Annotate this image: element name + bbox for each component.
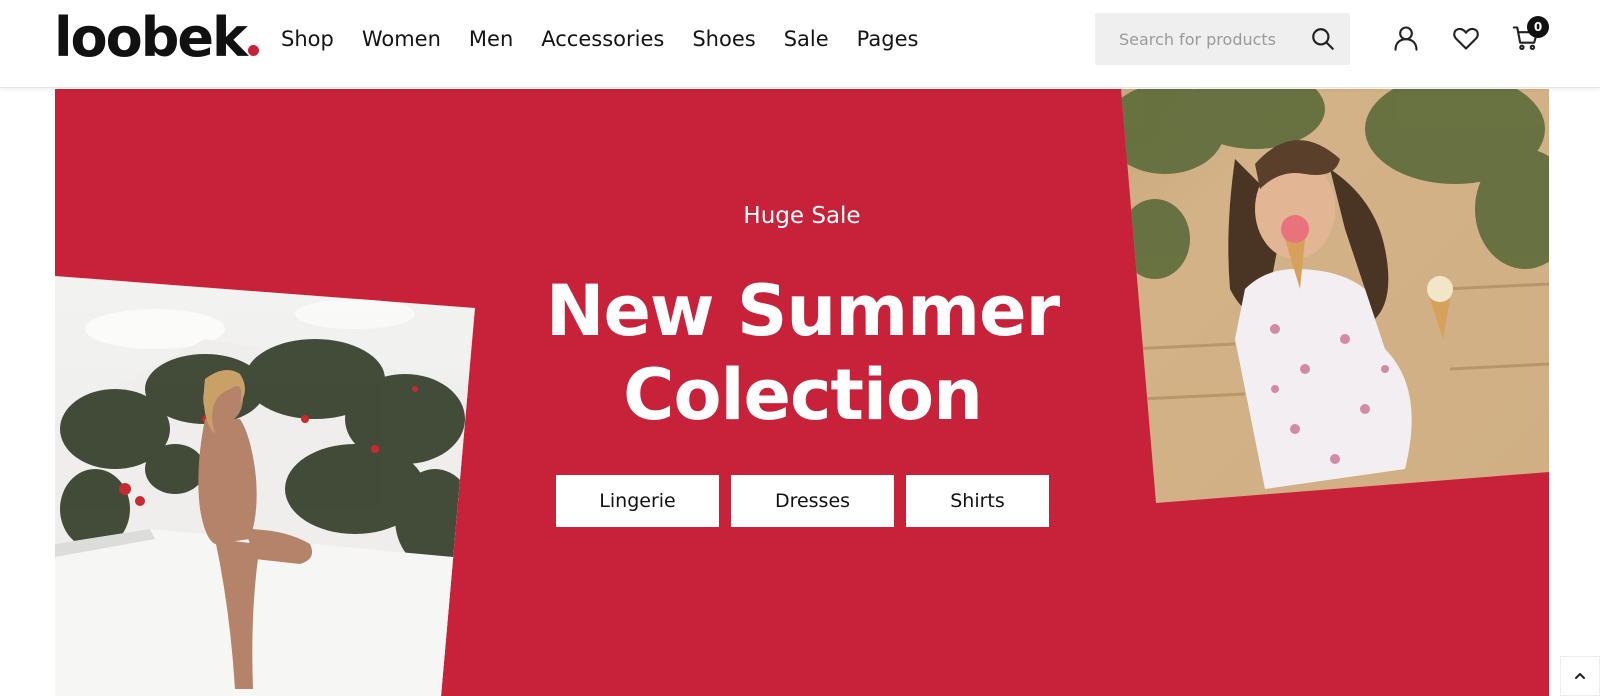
hero-title: New Summer Colection — [545, 270, 1060, 436]
nav-men[interactable]: Men — [469, 22, 513, 56]
lingerie-button[interactable]: Lingerie — [556, 475, 719, 527]
search-box — [1095, 13, 1350, 65]
hero-category-buttons: Lingerie Dresses Shirts — [556, 475, 1061, 527]
nav-pages[interactable]: Pages — [857, 22, 919, 56]
hero-banner: Huge Sale New Summer Colection Lingerie … — [55, 89, 1549, 696]
shirts-button[interactable]: Shirts — [906, 475, 1049, 527]
nav-shoes[interactable]: Shoes — [692, 22, 755, 56]
cart-count-badge: 0 — [1527, 16, 1549, 38]
logo[interactable]: loobek — [54, 8, 259, 68]
chevron-up-icon — [1575, 673, 1585, 679]
logo-text: loobek — [54, 6, 248, 69]
search-input[interactable] — [1095, 13, 1295, 65]
heart-icon[interactable] — [1452, 24, 1480, 52]
nav-sale[interactable]: Sale — [784, 22, 829, 56]
hero-subtitle: Huge Sale — [743, 203, 861, 229]
logo-dot — [247, 44, 259, 56]
site-header: loobek Shop Women Men Accessories Shoes … — [0, 0, 1600, 88]
user-icon[interactable] — [1392, 24, 1420, 52]
dresses-button[interactable]: Dresses — [731, 475, 894, 527]
nav-shop[interactable]: Shop — [281, 22, 334, 56]
scroll-to-top-button[interactable] — [1560, 656, 1600, 696]
main-nav: Shop Women Men Accessories Shoes Sale Pa… — [281, 22, 946, 56]
nav-accessories[interactable]: Accessories — [541, 22, 664, 56]
search-icon[interactable] — [1310, 26, 1336, 52]
nav-women[interactable]: Women — [362, 22, 441, 56]
